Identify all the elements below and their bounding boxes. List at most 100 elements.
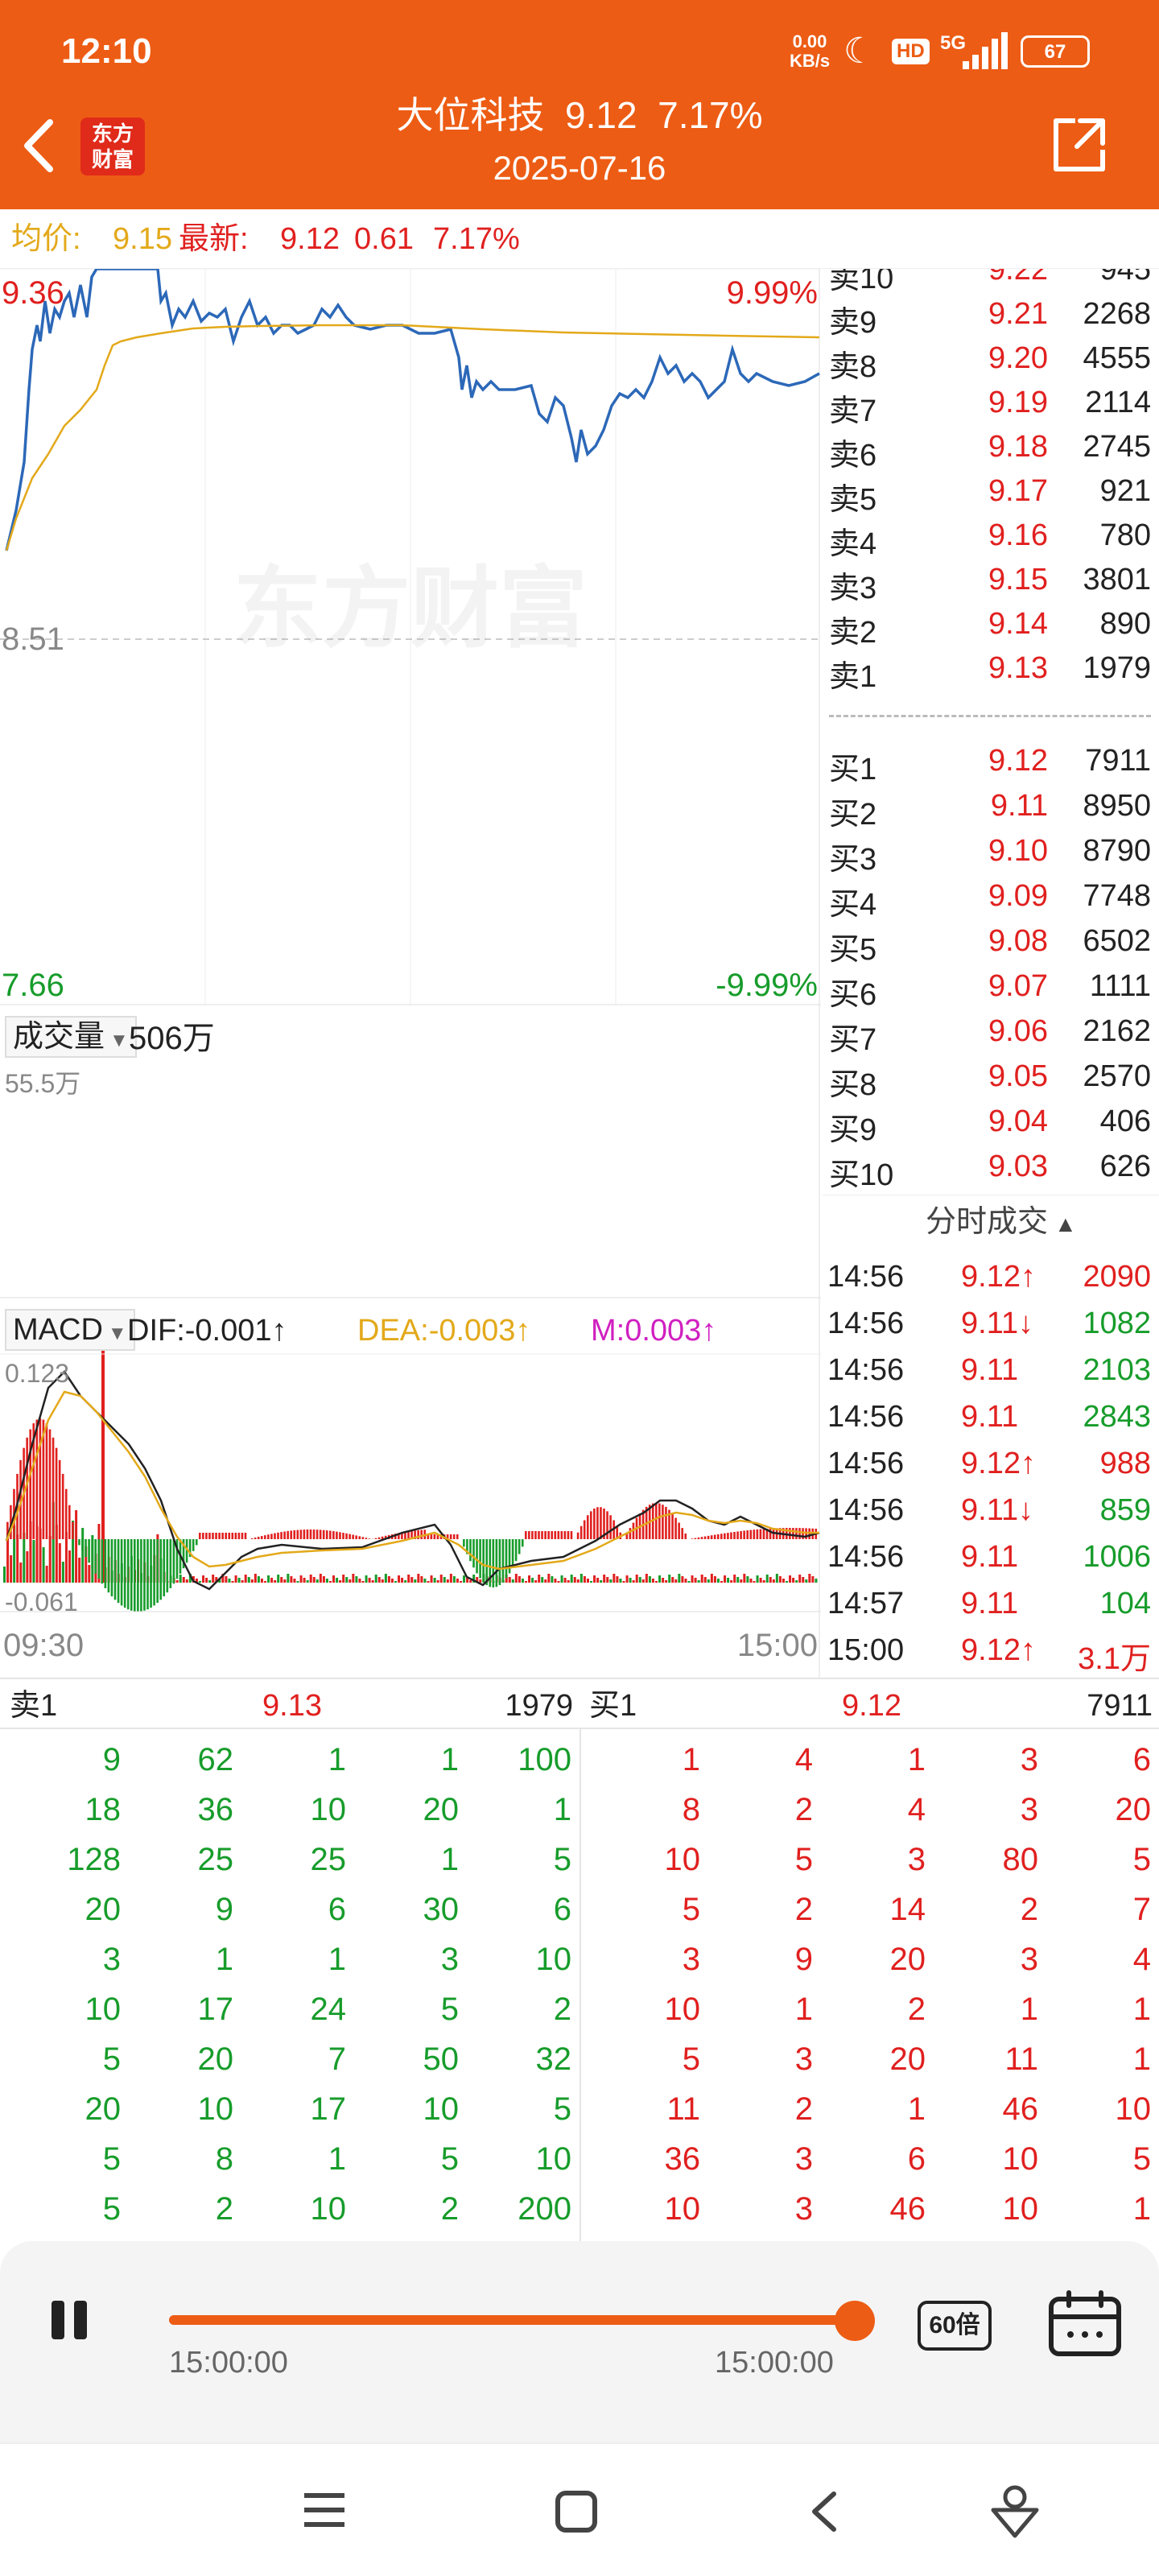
sell-order-row[interactable]: 卖5 9.17 921 xyxy=(823,468,1159,517)
volume-bar xyxy=(404,1580,407,1583)
buy-queue-cell: 8 xyxy=(682,1792,700,1827)
macd-bar xyxy=(306,1530,309,1539)
sell-queue-cell: 5 xyxy=(553,2091,571,2127)
queue-header: 卖1 9.13 1979 买1 9.12 7911 xyxy=(0,1679,1159,1729)
buy-order-row[interactable]: 买1 9.12 7911 xyxy=(823,737,1159,786)
buy-queue-cell: 3 xyxy=(794,2141,813,2177)
price-high-label: 9.36 xyxy=(2,275,64,311)
buy-order-row[interactable]: 买2 9.11 8950 xyxy=(823,782,1159,832)
sell-queue-cell: 62 xyxy=(197,1742,234,1777)
buy-queue-cell: 11 xyxy=(666,2091,700,2127)
macd-bar xyxy=(101,1539,104,1584)
volume-bar xyxy=(811,1576,815,1583)
speed-button[interactable]: 60倍 xyxy=(918,2301,992,2351)
volume-bar xyxy=(805,1579,808,1583)
macd-bar xyxy=(554,1531,557,1539)
sell-order-row[interactable]: 卖9 9.21 2268 xyxy=(823,291,1159,340)
macd-bar xyxy=(332,1531,335,1539)
macd-bar xyxy=(250,1538,254,1539)
share-icon[interactable] xyxy=(1050,116,1109,175)
tick-volume: 3.1万 xyxy=(1078,1642,1151,1676)
volume-bar xyxy=(202,1575,205,1583)
tick-price: 9.11↓ xyxy=(961,1493,1034,1527)
volume-bar xyxy=(798,1575,802,1583)
volume-bar xyxy=(632,1580,635,1583)
volume-bar xyxy=(576,1579,580,1583)
sell-order-row[interactable]: 卖2 9.14 890 xyxy=(823,601,1159,650)
buy-queue-cell: 10 xyxy=(1115,2091,1152,2127)
buy-order-row[interactable]: 买3 9.10 8790 xyxy=(823,828,1159,877)
volume-bar xyxy=(274,1580,277,1583)
assistant-icon[interactable] xyxy=(988,2483,1041,2539)
volume-bar xyxy=(293,1579,296,1583)
volume-bar xyxy=(691,1575,694,1583)
buy-queue-cell: 46 xyxy=(1002,2091,1039,2127)
buy-queue-cell: 2 xyxy=(794,2091,813,2127)
volume-bar xyxy=(707,1579,710,1583)
pause-icon[interactable] xyxy=(48,2297,93,2343)
buy-order-row[interactable]: 买8 9.05 2570 xyxy=(823,1053,1159,1102)
tick-header[interactable]: 分时成交 ▲ xyxy=(926,1207,1077,1237)
buy-queue-cell: 4 xyxy=(794,1742,813,1777)
buy-queue-cell: 5 xyxy=(682,1892,700,1927)
sell-order-row[interactable]: 卖3 9.15 3801 xyxy=(823,556,1159,605)
sell-queue-cell: 1 xyxy=(440,1742,459,1777)
macd-bar xyxy=(277,1532,279,1539)
buy-queue-cell: 1 xyxy=(794,1992,813,2027)
back-icon[interactable] xyxy=(805,2489,842,2534)
macd-bar xyxy=(671,1513,674,1539)
buy-order-row[interactable]: 买10 9.03 626 xyxy=(823,1143,1159,1192)
buy-order-row[interactable]: 买9 9.04 406 xyxy=(823,1098,1159,1147)
sell-order-row[interactable]: 卖6 9.18 2745 xyxy=(823,423,1159,473)
macd-bar xyxy=(534,1531,537,1539)
buy-order-row[interactable]: 买6 9.07 1111 xyxy=(823,963,1159,1012)
home-icon[interactable] xyxy=(554,2489,599,2534)
progress-handle[interactable] xyxy=(835,2301,875,2341)
macd-bar xyxy=(52,1437,55,1539)
buy-order-row[interactable]: 买4 9.09 7748 xyxy=(823,873,1159,922)
tick-volume: 859 xyxy=(1099,1493,1151,1527)
volume-selector[interactable]: 成交量 ▼ xyxy=(5,1016,137,1058)
macd-selector[interactable]: MACD ▼ xyxy=(5,1309,135,1351)
sell-queue-cell: 20 xyxy=(85,2091,122,2127)
volume-bar xyxy=(531,1578,534,1583)
volume-bar xyxy=(593,1575,596,1583)
calendar-icon[interactable] xyxy=(1046,2289,1124,2359)
volume-bar xyxy=(349,1579,352,1583)
macd-bar xyxy=(596,1507,599,1539)
buy-queue-cell: 3 xyxy=(1020,1742,1038,1777)
buy-queue-cell: 6 xyxy=(1132,1742,1151,1777)
macd-bar xyxy=(482,1539,485,1583)
volume-bar xyxy=(612,1574,616,1583)
macd-bar xyxy=(498,1539,501,1586)
buy-queue-cell: 10 xyxy=(664,1992,701,2027)
volume-bar xyxy=(655,1581,658,1583)
sell-order-row[interactable]: 卖8 9.20 4555 xyxy=(823,335,1159,384)
sell-order-row[interactable]: 卖10 9.22 945 xyxy=(823,269,1159,295)
avg-price-label: 均价: xyxy=(11,222,81,256)
buy-order-row[interactable]: 买5 9.08 6502 xyxy=(823,918,1159,967)
menu-icon[interactable] xyxy=(303,2491,346,2529)
order-level-label: 买9 xyxy=(829,1113,877,1147)
order-volume: 2114 xyxy=(1085,386,1151,419)
sell-order-row[interactable]: 卖4 9.16 780 xyxy=(823,512,1159,561)
intraday-chart[interactable]: 东方财富 9.36 9.99% 8.51 7.66 -9.99% 成交量 ▼ 50… xyxy=(0,269,821,1678)
volume-bar xyxy=(570,1575,573,1583)
macd-bar xyxy=(241,1533,244,1539)
sell-queue-cell: 32 xyxy=(535,2041,572,2077)
macd-bar xyxy=(733,1531,736,1539)
macd-bar xyxy=(325,1530,328,1539)
sell-queue-cell: 1 xyxy=(553,1792,571,1827)
queue-divider xyxy=(580,1729,581,2243)
progress-track[interactable] xyxy=(169,2315,855,2325)
sell-queue-cell: 25 xyxy=(310,1842,347,1877)
sell-order-row[interactable]: 卖7 9.19 2114 xyxy=(823,379,1159,428)
buy-order-row[interactable]: 买7 9.06 2162 xyxy=(823,1008,1159,1057)
sell-queue-cell: 2 xyxy=(215,2191,233,2227)
volume-bar xyxy=(398,1575,401,1583)
order-level-label: 买1 xyxy=(829,753,877,786)
latest-price-value: 9.12 xyxy=(280,222,340,256)
sell-order-row[interactable]: 卖1 9.13 1979 xyxy=(823,645,1159,694)
macd-bar xyxy=(244,1533,247,1539)
macd-bar xyxy=(35,1419,39,1539)
